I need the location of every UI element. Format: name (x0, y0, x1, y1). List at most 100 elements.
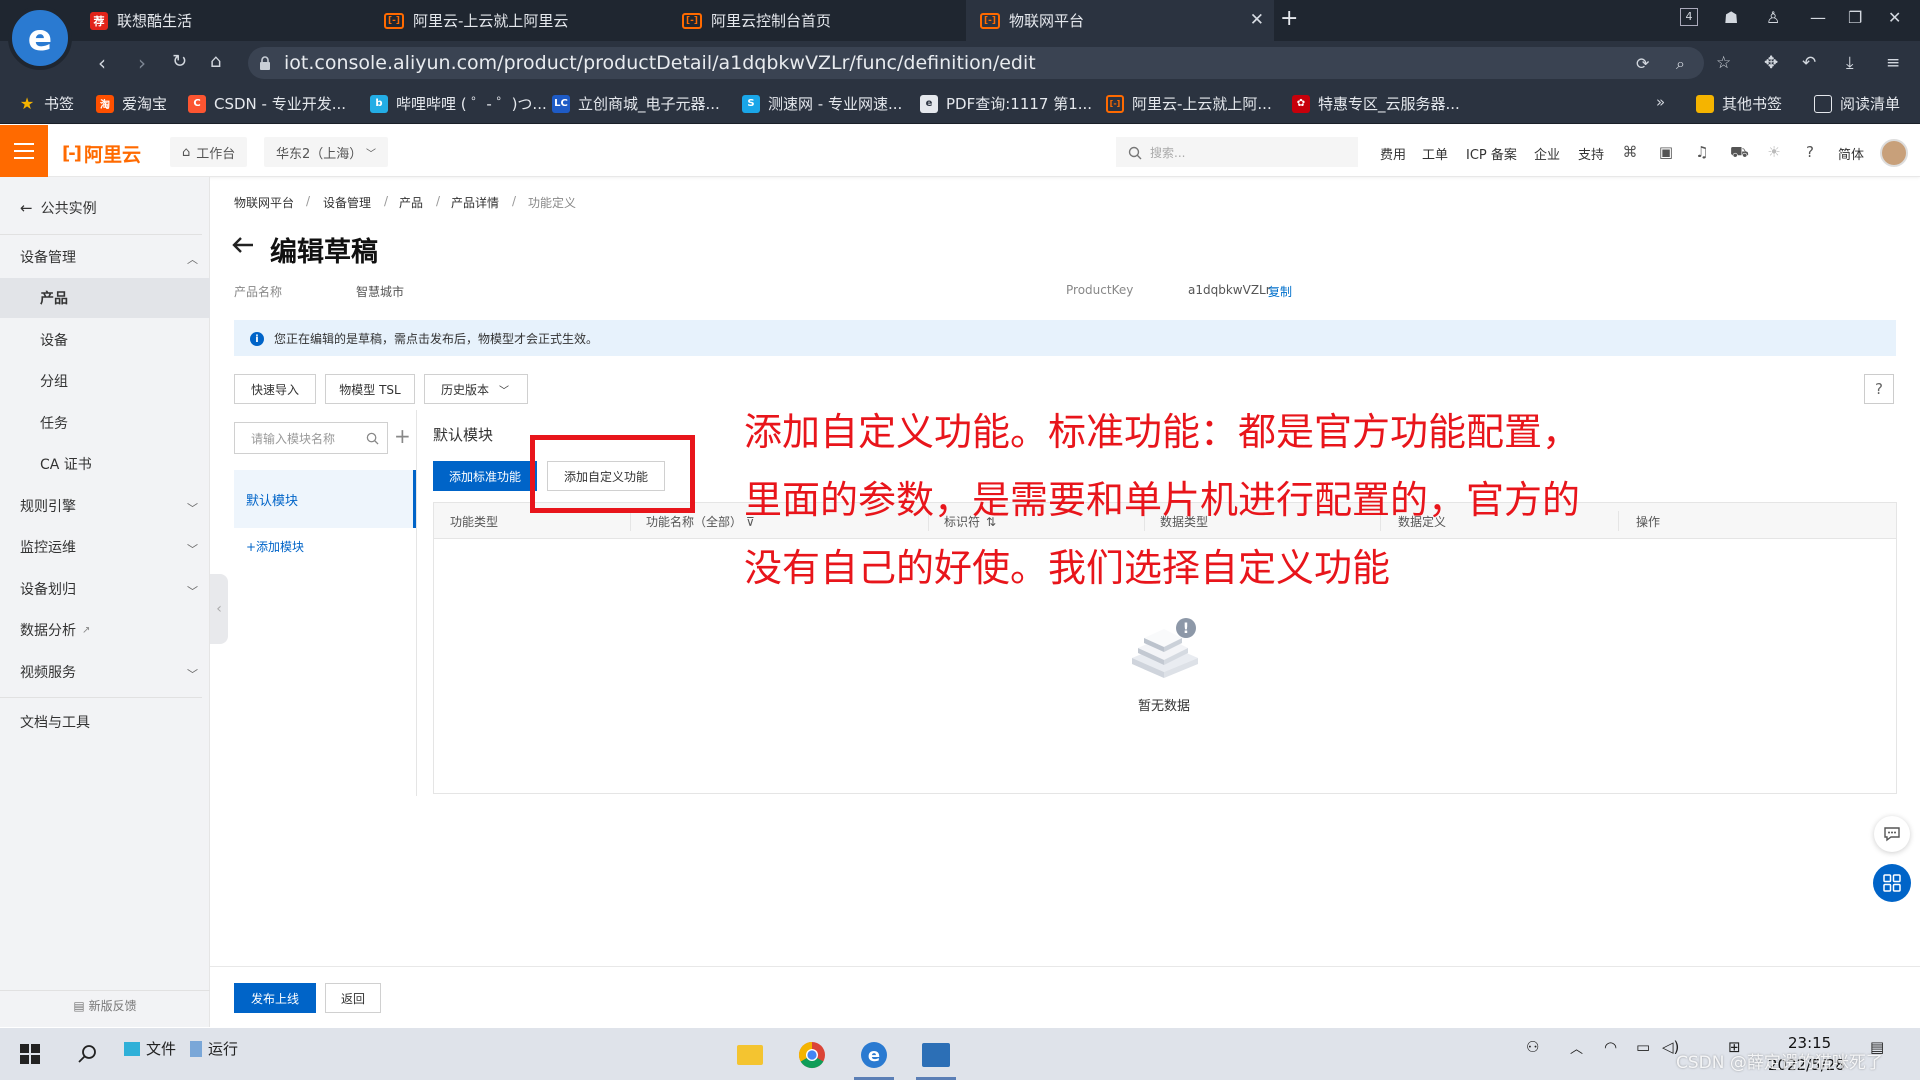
bookmark-item[interactable]: b 哔哩哔哩 ( ゜- ゜)つ... (370, 93, 547, 114)
sidebar-item-task[interactable]: 任务 (0, 403, 210, 443)
breadcrumb-product-detail[interactable]: 产品详情 (451, 194, 499, 211)
cart-icon[interactable]: ⛟ (1730, 144, 1749, 160)
skin-icon[interactable]: ♙ (1766, 8, 1780, 27)
code-icon[interactable]: ⌘ (1622, 144, 1638, 160)
sidebar-item-device-assign[interactable]: 设备划归 ﹀ (0, 569, 210, 609)
tsl-button[interactable]: 物模型 TSL (325, 374, 415, 404)
taskbar-file[interactable]: 文件 (124, 1038, 176, 1059)
bookmark-item[interactable]: e PDF查询:1117 第1... (920, 93, 1092, 114)
sidebar-item-data-analysis[interactable]: 数据分析 ↗ (0, 610, 210, 650)
bookmark-item[interactable]: ✿ 特惠专区_云服务器... (1292, 93, 1460, 114)
console-search-input[interactable]: 搜索... (1116, 137, 1358, 167)
header-link-support[interactable]: 支持 (1578, 144, 1604, 163)
refresh-icon[interactable]: ↻ (172, 51, 187, 72)
back-to-public-instance[interactable]: ← 公共实例 (20, 198, 97, 218)
bookmark-item[interactable]: C CSDN - 专业开发... (188, 93, 346, 114)
header-link-enterprise[interactable]: 企业 (1534, 144, 1560, 163)
other-bookmarks[interactable]: 其他书签 (1696, 93, 1782, 114)
language-switch[interactable]: 简体 (1838, 144, 1864, 163)
download-icon[interactable]: ⤓ (1846, 53, 1854, 73)
terminal-icon[interactable]: ▣ (1658, 144, 1674, 160)
help-button[interactable]: ? (1864, 374, 1894, 404)
aliyun-logo[interactable]: [-] 阿里云 (62, 140, 141, 167)
sidebar-item-ca-cert[interactable]: CA 证书 (0, 444, 210, 484)
bookmark-item[interactable]: 淘爱淘宝 (96, 93, 167, 114)
reading-list[interactable]: 阅读清单 (1814, 93, 1900, 114)
apps-float-button[interactable] (1873, 864, 1911, 902)
people-icon[interactable]: ⚇ (1526, 1038, 1539, 1056)
add-module-plus-icon[interactable]: + (394, 424, 411, 448)
url-input[interactable]: iot.console.aliyun.com/product/productDe… (248, 47, 1704, 79)
wifi-icon[interactable]: ◠ (1604, 1038, 1617, 1056)
lightbulb-icon[interactable]: ☀ (1766, 144, 1782, 160)
module-list-item-default[interactable]: 默认模块 (234, 470, 416, 528)
chat-float-button[interactable] (1874, 816, 1910, 852)
publish-button[interactable]: 发布上线 (234, 983, 316, 1013)
share-icon[interactable]: ⟳ (1636, 54, 1649, 73)
home-icon[interactable]: ⌂ (210, 51, 221, 72)
taskbar-browser[interactable]: e (844, 1030, 904, 1080)
windows-start-icon[interactable] (20, 1044, 40, 1064)
extension-icon[interactable]: ☗ (1724, 8, 1738, 27)
workbench-button[interactable]: ⌂ 工作台 (170, 137, 248, 167)
sidebar-item-group[interactable]: 分组 (0, 361, 210, 401)
back-button[interactable]: 返回 (325, 983, 381, 1013)
sidebar-item-video[interactable]: 视频服务 ﹀ (0, 652, 210, 692)
tab-aliyun-home[interactable]: [-] 阿里云-上云就上阿里云 (370, 0, 660, 41)
bell-icon[interactable]: ♫ (1694, 144, 1710, 160)
feedback-button[interactable]: ▤ 新版反馈 (0, 990, 210, 1020)
forward-icon[interactable]: › (138, 51, 146, 75)
back-icon[interactable]: ‹ (98, 51, 106, 75)
sidebar-item-product[interactable]: 产品 (0, 278, 210, 318)
header-link-icp[interactable]: ICP 备案 (1466, 144, 1517, 163)
sidebar-group-device-management[interactable]: 设备管理 ︿ (0, 237, 210, 277)
history-version-button[interactable]: 历史版本 ﹀ (424, 374, 528, 404)
breadcrumb-iot[interactable]: 物联网平台 (234, 194, 294, 211)
tab-iot-platform[interactable]: [-] 物联网平台 ✕ (966, 0, 1274, 41)
column-function-name[interactable]: 功能名称（全部） ⊽ (646, 513, 755, 530)
tab-count-badge[interactable]: 4 (1680, 8, 1698, 26)
bookmark-folder[interactable]: ★ 书签 (18, 93, 74, 114)
sidebar-item-docs[interactable]: 文档与工具 (0, 702, 210, 742)
zoom-icon[interactable]: ⌕ (1676, 54, 1685, 74)
minimize-icon[interactable]: — (1810, 8, 1826, 27)
sidebar-collapse-handle[interactable]: ‹ (210, 574, 228, 644)
sidebar-item-monitoring[interactable]: 监控运维 ﹀ (0, 527, 210, 567)
taskbar-chrome[interactable] (782, 1030, 842, 1080)
battery-icon[interactable]: ▭ (1636, 1038, 1650, 1056)
breadcrumb-product[interactable]: 产品 (399, 194, 423, 211)
bookmark-item[interactable]: S 测速网 - 专业网速... (742, 93, 902, 114)
undo-icon[interactable]: ↶ (1802, 53, 1816, 73)
header-link-billing[interactable]: 费用 (1380, 144, 1406, 163)
close-tab-icon[interactable]: ✕ (1250, 10, 1264, 30)
tab-aliyun-console[interactable]: [-] 阿里云控制台首页 (668, 0, 958, 41)
quick-import-button[interactable]: 快速导入 (234, 374, 316, 404)
taskbar-explorer[interactable] (720, 1030, 780, 1080)
arrow-left-icon[interactable] (232, 236, 254, 254)
sidebar-item-device[interactable]: 设备 (0, 320, 210, 360)
header-link-ticket[interactable]: 工单 (1422, 144, 1448, 163)
new-tab-icon[interactable]: + (1280, 6, 1298, 31)
add-standard-function-button[interactable]: 添加标准功能 (433, 461, 537, 491)
avatar[interactable] (1880, 139, 1908, 167)
module-search-input[interactable]: 请输入模块名称 (234, 422, 388, 454)
browser-menu-icon[interactable]: ≡ (1886, 53, 1900, 73)
taskbar-video-app[interactable] (906, 1030, 966, 1080)
maximize-icon[interactable]: ❐ (1848, 8, 1862, 27)
add-module-link[interactable]: +添加模块 (246, 538, 304, 555)
region-select[interactable]: 华东2（上海） ﹀ (264, 137, 388, 167)
tab-lenovo[interactable]: 荐 联想酷生活 (76, 0, 364, 41)
help-icon[interactable]: ? (1802, 144, 1818, 160)
bookmark-item[interactable]: LC 立创商城_电子元器... (552, 93, 720, 114)
taskbar-run[interactable]: 运行 (190, 1038, 238, 1059)
puzzle-icon[interactable]: ✥ (1764, 53, 1778, 73)
chevron-up-icon[interactable]: ︿ (1570, 1038, 1583, 1057)
copy-link[interactable]: 复制 (1268, 283, 1292, 300)
bookmark-item[interactable]: [-] 阿里云-上云就上阿... (1106, 93, 1272, 114)
close-window-icon[interactable]: ✕ (1888, 8, 1901, 27)
star-icon[interactable]: ☆ (1716, 53, 1731, 73)
hamburger-menu-button[interactable] (0, 125, 48, 177)
sidebar-item-rule-engine[interactable]: 规则引擎 ﹀ (0, 486, 210, 526)
browser-logo-icon[interactable]: e (8, 6, 72, 70)
more-bookmarks-icon[interactable]: » (1656, 93, 1665, 111)
